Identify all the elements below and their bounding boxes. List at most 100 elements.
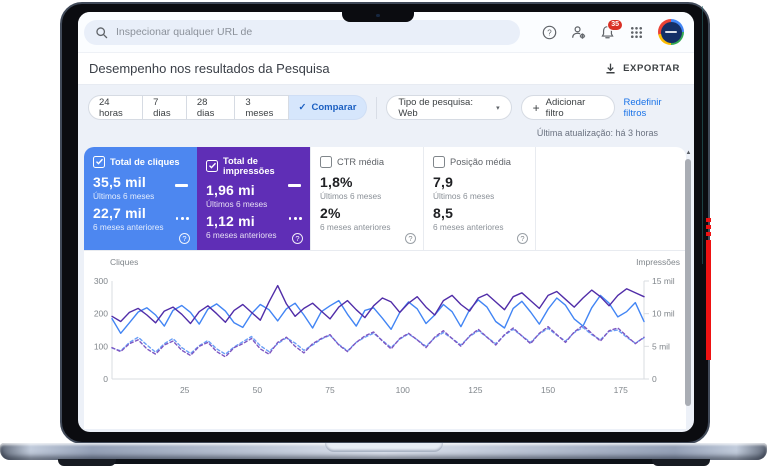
filter-bar: 24 horas 7 dias 28 dias 3 meses ✓ Compar… xyxy=(78,85,694,138)
solid-line-legend xyxy=(288,184,301,187)
checkbox-checked-icon[interactable] xyxy=(93,156,105,168)
solid-line-legend xyxy=(175,184,188,187)
page-scrollbar[interactable]: ▲ xyxy=(685,150,692,430)
svg-text:175: 175 xyxy=(614,385,628,395)
search-type-label: Tipo de pesquisa: Web xyxy=(398,96,473,119)
svg-text:?: ? xyxy=(547,28,552,37)
svg-text:25: 25 xyxy=(180,385,190,395)
svg-text:15 mil: 15 mil xyxy=(652,276,675,286)
chevron-down-icon: ▾ xyxy=(496,104,500,112)
account-avatar[interactable] xyxy=(658,19,684,45)
svg-text:200: 200 xyxy=(94,309,108,319)
svg-text:0: 0 xyxy=(652,374,657,384)
metric-period-current: Últimos 6 meses xyxy=(433,191,495,201)
dotted-line-legend xyxy=(175,217,189,220)
svg-text:Cliques: Cliques xyxy=(110,257,138,267)
laptop-bezel-highlight xyxy=(702,6,703,264)
filter-divider xyxy=(376,96,378,119)
help-icon[interactable]: ? xyxy=(179,233,190,244)
date-range-segmented-control: 24 horas 7 dias 28 dias 3 meses ✓ Compar… xyxy=(88,95,368,120)
metric-label: Total de cliques xyxy=(110,157,180,167)
laptop-red-stripe xyxy=(706,240,711,360)
export-label: EXPORTAR xyxy=(623,63,680,74)
svg-text:100: 100 xyxy=(94,341,108,351)
svg-text:150: 150 xyxy=(541,385,555,395)
range-28d[interactable]: 28 dias xyxy=(186,95,236,120)
laptop-camera xyxy=(376,14,380,17)
avatar-logo-text xyxy=(665,31,677,33)
metric-period-current: Últimos 6 meses xyxy=(206,199,268,209)
metric-label: Posição média xyxy=(450,157,511,167)
help-icon[interactable]: ? xyxy=(542,25,557,40)
help-icon[interactable]: ? xyxy=(517,233,528,244)
range-7d[interactable]: 7 dias xyxy=(143,95,187,120)
last-update-text: Última atualização: há 3 horas xyxy=(536,128,658,138)
performance-panel: Total de cliques 35,5 mil Últimos 6 mese… xyxy=(84,147,686,429)
laptop-red-stripe-dash xyxy=(706,225,711,229)
metric-period-current: Últimos 6 meses xyxy=(320,191,382,201)
download-icon xyxy=(606,63,615,74)
page-title: Desempenho nos resultados da Pesquisa xyxy=(89,61,330,76)
metric-label: CTR média xyxy=(337,157,385,167)
laptop-red-stripe-dash xyxy=(706,232,711,236)
metric-cards: Total de cliques 35,5 mil Últimos 6 mese… xyxy=(84,147,686,250)
metric-label: Total de impressões xyxy=(223,156,275,176)
page-header: Desempenho nos resultados da Pesquisa EX… xyxy=(78,53,694,85)
export-button[interactable]: EXPORTAR xyxy=(604,62,680,75)
compare-toggle[interactable]: ✓ Comparar xyxy=(288,95,368,120)
add-filter-label: Adicionar filtro xyxy=(545,96,586,119)
search-type-dropdown[interactable]: Tipo de pesquisa: Web ▾ xyxy=(386,95,512,120)
apps-grid-icon[interactable] xyxy=(629,25,644,40)
checkbox-unchecked-icon[interactable] xyxy=(320,156,332,168)
dotted-line-legend xyxy=(288,217,302,220)
plus-icon: + xyxy=(532,100,540,115)
laptop-foot xyxy=(652,459,710,466)
svg-text:0: 0 xyxy=(103,374,108,384)
metric-value-previous: 1,12 mi xyxy=(206,213,255,229)
metric-period-previous: 6 meses anteriores xyxy=(93,222,164,232)
metric-value-current: 1,8% xyxy=(320,174,353,190)
search-placeholder: Inspecionar qualquer URL de xyxy=(116,26,253,38)
metric-value-previous: 2% xyxy=(320,205,341,221)
svg-text:10 mil: 10 mil xyxy=(652,309,675,319)
add-filter-button[interactable]: + Adicionar filtro xyxy=(520,95,615,120)
laptop-lid-scoop xyxy=(325,443,443,452)
svg-text:50: 50 xyxy=(253,385,263,395)
metric-value-current: 7,9 xyxy=(433,174,454,190)
checkbox-unchecked-icon[interactable] xyxy=(433,156,445,168)
metric-value-previous: 22,7 mil xyxy=(93,205,146,221)
range-3m[interactable]: 3 meses xyxy=(235,95,289,120)
metric-period-previous: 6 meses anteriores xyxy=(433,222,504,232)
performance-chart: Cliques Impressões 300 200 100 0 15 mil 10 mil 5… xyxy=(94,257,680,395)
search-console-screen: Inspecionar qualquer URL de ? 35 Desempe… xyxy=(78,12,694,432)
reset-filters-link[interactable]: Redefinir filtros xyxy=(624,97,684,119)
help-icon[interactable]: ? xyxy=(405,233,416,244)
checkbox-checked-icon[interactable] xyxy=(206,160,218,172)
range-24h[interactable]: 24 horas xyxy=(88,95,144,120)
svg-text:Impressões: Impressões xyxy=(636,257,680,267)
laptop-foot xyxy=(58,459,116,466)
laptop-red-stripe-dash xyxy=(706,218,711,222)
svg-text:125: 125 xyxy=(468,385,482,395)
metric-value-previous: 8,5 xyxy=(433,205,454,221)
metric-value-current: 35,5 mil xyxy=(93,174,146,190)
svg-text:5 mil: 5 mil xyxy=(652,341,670,351)
notification-badge: 35 xyxy=(607,18,623,31)
metric-card-clicks[interactable]: Total de cliques 35,5 mil Últimos 6 mese… xyxy=(84,147,197,250)
scrollbar-thumb[interactable] xyxy=(685,159,691,406)
notifications-button[interactable]: 35 xyxy=(600,18,623,40)
user-settings-icon[interactable] xyxy=(571,25,586,40)
search-icon xyxy=(96,26,108,38)
metric-card-ctr[interactable]: CTR média 1,8% Últimos 6 meses 2% 6 mese… xyxy=(310,147,423,250)
metric-card-impressions[interactable]: Total de impressões 1,96 mi Últimos 6 me… xyxy=(197,147,310,250)
metric-card-position[interactable]: Posição média 7,9 Últimos 6 meses 8,5 6 … xyxy=(423,147,536,250)
help-icon[interactable]: ? xyxy=(292,233,303,244)
svg-text:300: 300 xyxy=(94,276,108,286)
appbar-icons: ? 35 xyxy=(542,18,684,45)
metric-period-previous: 6 meses anteriores xyxy=(206,230,277,240)
laptop-mockup: Inspecionar qualquer URL de ? 35 Desempe… xyxy=(0,0,767,467)
scrollbar-up-arrow[interactable]: ▲ xyxy=(685,150,692,156)
url-inspection-search[interactable]: Inspecionar qualquer URL de xyxy=(84,19,520,45)
metric-period-previous: 6 meses anteriores xyxy=(320,222,391,232)
svg-text:100: 100 xyxy=(396,385,410,395)
